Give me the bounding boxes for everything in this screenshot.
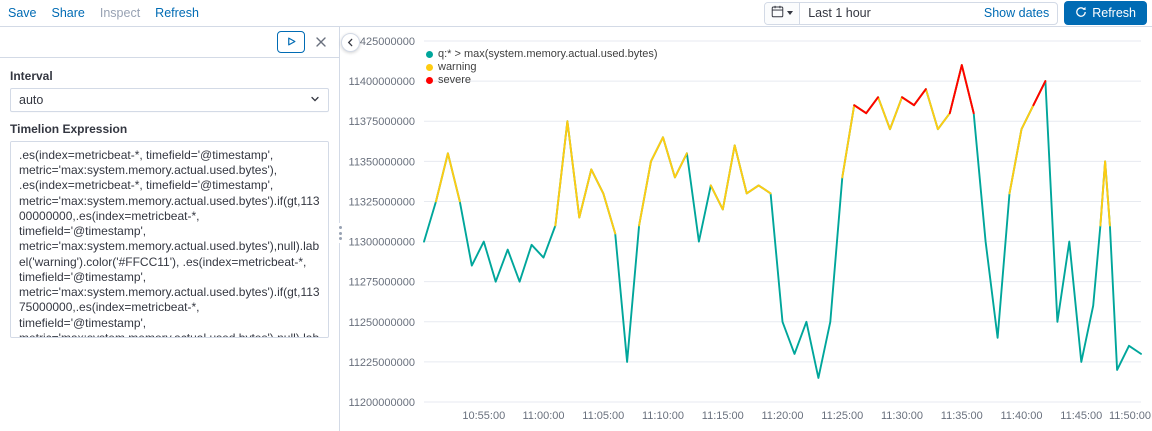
svg-text:11:15:00: 11:15:00 — [702, 410, 744, 422]
svg-text:11:10:00: 11:10:00 — [642, 410, 684, 422]
svg-text:11275000000: 11275000000 — [349, 277, 415, 289]
svg-text:11:35:00: 11:35:00 — [941, 410, 983, 422]
svg-text:11300000000: 11300000000 — [349, 237, 415, 249]
svg-text:11250000000: 11250000000 — [349, 317, 415, 329]
svg-text:11:45:00: 11:45:00 — [1060, 410, 1102, 422]
svg-text:11325000000: 11325000000 — [349, 196, 415, 208]
interval-label: Interval — [10, 69, 53, 83]
svg-text:11:40:00: 11:40:00 — [1000, 410, 1042, 422]
svg-text:11:25:00: 11:25:00 — [821, 410, 863, 422]
show-dates-button[interactable]: Show dates — [976, 6, 1057, 20]
play-icon — [286, 35, 297, 50]
refresh-button-label: Refresh — [1092, 6, 1136, 20]
editor-toolbar — [0, 27, 339, 58]
legend-label: warning — [438, 61, 477, 73]
refresh-button[interactable]: Refresh — [1064, 1, 1147, 25]
share-button[interactable]: Share — [52, 6, 85, 20]
svg-text:11375000000: 11375000000 — [349, 116, 415, 128]
timelion-editor-panel: Interval auto Timelion Expression .es(in… — [0, 27, 340, 431]
quick-select-button[interactable] — [765, 2, 801, 24]
legend-label: severe — [438, 74, 472, 86]
svg-text:11400000000: 11400000000 — [349, 76, 415, 88]
svg-text:11225000000: 11225000000 — [349, 357, 415, 369]
line-chart-plot[interactable]: 11200000000 11225000000 11250000000 1127500… — [340, 27, 1152, 431]
svg-text:11350000000: 11350000000 — [349, 156, 415, 168]
chart-legend: q:* > max(system.memory.actual.used.byte… — [426, 48, 658, 87]
svg-text:11:30:00: 11:30:00 — [881, 410, 923, 422]
chevron-down-icon — [310, 93, 320, 107]
interval-select[interactable]: auto — [10, 88, 329, 112]
close-icon[interactable] — [315, 36, 327, 48]
legend-item-warning: warning — [426, 61, 658, 74]
series-color-dot — [426, 51, 433, 58]
expression-label: Timelion Expression — [10, 122, 128, 136]
svg-text:11:50:00: 11:50:00 — [1109, 410, 1151, 422]
warning-color-dot — [426, 64, 433, 71]
legend-item-series: q:* > max(system.memory.actual.used.byte… — [426, 48, 658, 61]
main-area: Interval auto Timelion Expression .es(in… — [0, 27, 1152, 431]
svg-text:11:05:00: 11:05:00 — [582, 410, 624, 422]
interval-value: auto — [19, 93, 44, 107]
caret-down-icon — [787, 11, 794, 15]
top-toolbar: Save Share Inspect Refresh Last 1 hour S… — [0, 0, 1152, 27]
svg-text:11200000000: 11200000000 — [349, 397, 415, 409]
editor-form: Interval auto Timelion Expression .es(in… — [0, 58, 339, 351]
save-button[interactable]: Save — [8, 6, 37, 20]
svg-text:11:20:00: 11:20:00 — [761, 410, 803, 422]
run-expression-button[interactable] — [277, 31, 305, 53]
severe-color-dot — [426, 77, 433, 84]
refresh-icon — [1075, 6, 1087, 21]
refresh-menu-button[interactable]: Refresh — [155, 6, 199, 20]
calendar-icon — [771, 5, 784, 21]
chevron-left-icon — [346, 35, 355, 50]
inspect-button[interactable]: Inspect — [100, 6, 140, 20]
timelion-chart[interactable]: q:* > max(system.memory.actual.used.byte… — [340, 27, 1152, 431]
svg-text:10:55:00: 10:55:00 — [462, 410, 505, 422]
app-menu: Save Share Inspect Refresh — [8, 6, 214, 20]
collapse-panel-button[interactable] — [341, 33, 360, 52]
timelion-expression-input[interactable]: .es(index=metricbeat-*, timefield='@time… — [10, 141, 329, 338]
time-range-value[interactable]: Last 1 hour — [800, 6, 976, 20]
legend-label: q:* > max(system.memory.actual.used.byte… — [438, 48, 658, 60]
date-picker: Last 1 hour Show dates — [764, 1, 1059, 25]
panel-resize-handle[interactable] — [336, 223, 345, 243]
time-controls: Last 1 hour Show dates Refresh — [764, 1, 1147, 25]
svg-text:11:00:00: 11:00:00 — [522, 410, 564, 422]
legend-item-severe: severe — [426, 74, 658, 87]
